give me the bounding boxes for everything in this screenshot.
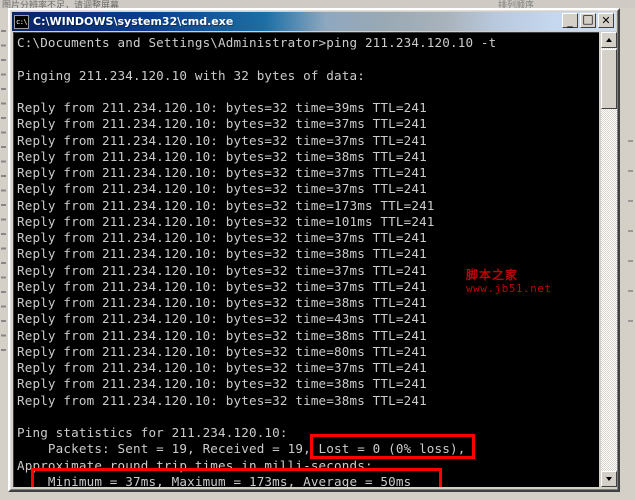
window-titlebar[interactable]: C:\WINDOWS\system32\cmd.exe _ □ ✕	[12, 12, 616, 31]
maximize-icon: □	[582, 12, 594, 26]
console-icon[interactable]	[14, 14, 29, 29]
annotation-box-rtt	[31, 468, 442, 487]
cmd-window: C:\WINDOWS\system32\cmd.exe _ □ ✕ C:\Doc…	[8, 8, 620, 492]
window-controls: _ □ ✕	[562, 13, 614, 28]
minimize-icon: _	[567, 15, 573, 28]
background-right-list-marks	[628, 140, 633, 350]
console-text: C:\Documents and Settings\Administrator>…	[17, 35, 497, 487]
scrollbar-thumb[interactable]	[601, 49, 617, 109]
watermark-site-name: 脚本之家	[466, 268, 519, 282]
minimize-button[interactable]: _	[562, 13, 578, 28]
scroll-down-arrow-icon[interactable]	[601, 471, 617, 487]
background-desktop-strip: 图片分辨率不足，请调整屏幕 排列顺序	[0, 0, 635, 11]
watermark: 脚本之家 www.jb51.net	[466, 269, 551, 294]
background-left-list-marks	[1, 30, 6, 360]
annotation-box-packet-loss	[310, 434, 475, 459]
screen-root: 图片分辨率不足，请调整屏幕 排列顺序 C:\WINDOWS\system32\c…	[0, 0, 635, 500]
close-icon: ✕	[601, 14, 611, 27]
console-output-area[interactable]: C:\Documents and Settings\Administrator>…	[13, 32, 599, 487]
watermark-url: www.jb51.net	[466, 281, 552, 295]
maximize-button[interactable]: □	[580, 13, 596, 28]
scroll-up-arrow-icon[interactable]	[601, 32, 617, 48]
window-title: C:\WINDOWS\system32\cmd.exe	[33, 15, 234, 28]
vertical-scrollbar[interactable]	[601, 32, 617, 487]
close-button[interactable]: ✕	[598, 13, 614, 28]
